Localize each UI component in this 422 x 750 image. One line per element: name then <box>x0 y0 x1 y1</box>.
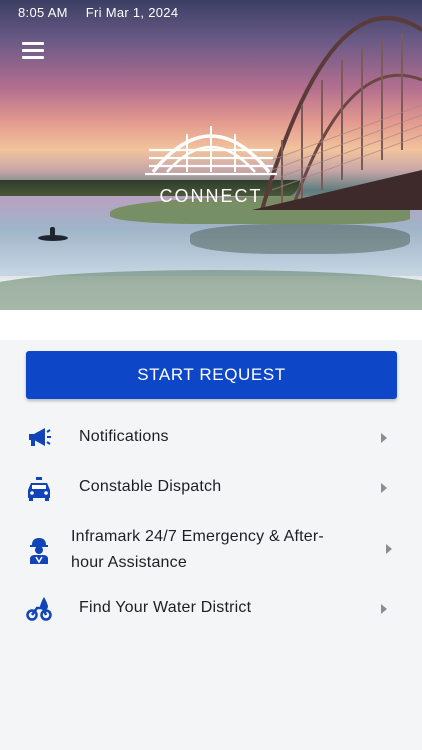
reflection <box>190 224 410 254</box>
start-request-button[interactable]: START REQUEST <box>26 351 397 399</box>
menu-item-inframark-assistance[interactable]: Inframark 24/7 Emergency & After- hour A… <box>0 518 422 578</box>
grass-foreground <box>0 270 422 310</box>
menu-item-label: Find Your Water District <box>79 599 252 616</box>
hamburger-menu-icon[interactable] <box>22 42 44 60</box>
chevron-right-icon <box>381 604 387 614</box>
menu-item-constable-dispatch[interactable]: Constable Dispatch <box>0 470 422 506</box>
chevron-right-icon <box>381 433 387 443</box>
chevron-right-icon <box>381 483 387 493</box>
menu-item-label: Inframark 24/7 Emergency & After- hour A… <box>71 524 324 576</box>
water-district-icon <box>26 597 52 621</box>
megaphone-icon <box>29 428 51 446</box>
logo-text: CONNECT <box>159 186 263 206</box>
hero-banner: 8:05 AM Fri Mar 1, 2024 CONNECT <box>0 0 422 340</box>
menu-item-find-water-district[interactable]: Find Your Water District <box>0 591 422 627</box>
police-car-icon <box>28 477 50 501</box>
menu-item-label: Constable Dispatch <box>79 478 222 495</box>
connect-bridge-logo-icon <box>145 126 277 176</box>
status-date: Fri Mar 1, 2024 <box>85 5 179 20</box>
menu-item-label: Notifications <box>79 428 169 445</box>
bridge-illustration <box>252 16 422 210</box>
menu-item-notifications[interactable]: Notifications <box>0 420 422 456</box>
menu-item-label-line2: hour Assistance <box>71 554 187 571</box>
status-time: 8:05 AM <box>18 5 68 20</box>
kayak <box>38 227 68 241</box>
chevron-right-icon <box>386 544 392 554</box>
menu-item-label-line1: Inframark 24/7 Emergency & After- <box>71 528 324 545</box>
status-bar: 8:05 AM Fri Mar 1, 2024 <box>18 5 192 20</box>
worker-icon <box>30 538 48 564</box>
